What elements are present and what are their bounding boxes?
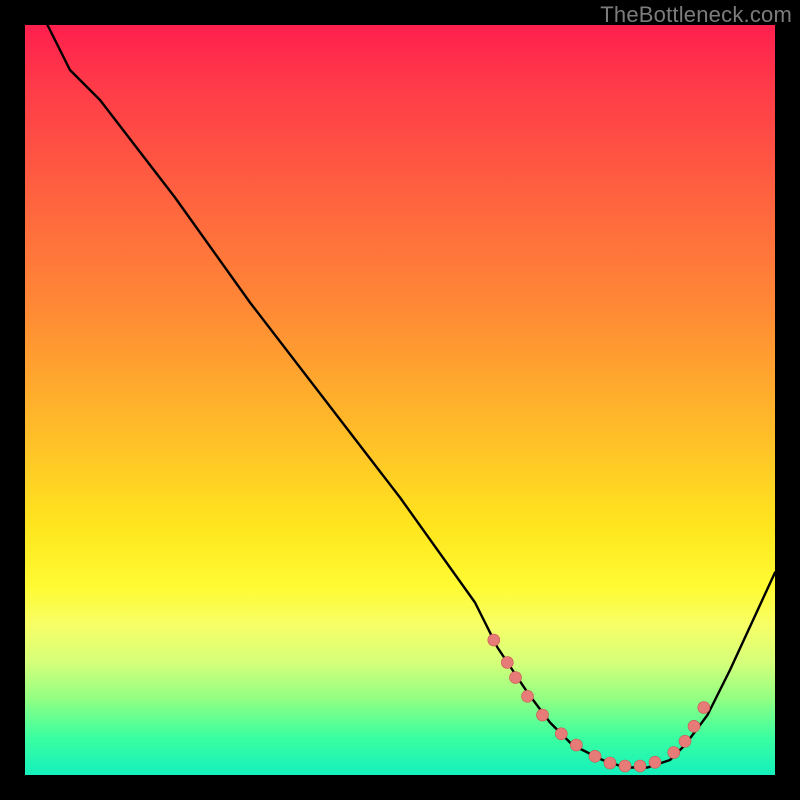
- highlight-dot: [537, 709, 549, 721]
- highlight-dot: [634, 760, 646, 772]
- curve-layer: [25, 25, 775, 775]
- chart-stage: TheBottleneck.com: [0, 0, 800, 800]
- plot-area: [25, 25, 775, 775]
- highlight-dot: [488, 634, 500, 646]
- highlight-dot: [668, 747, 680, 759]
- highlight-dot: [589, 750, 601, 762]
- bottleneck-curve: [48, 25, 776, 768]
- highlight-dot: [555, 728, 567, 740]
- highlight-dot: [619, 760, 631, 772]
- highlight-dot: [688, 720, 700, 732]
- highlight-dot: [570, 739, 582, 751]
- highlight-dot: [698, 702, 710, 714]
- highlight-dot: [604, 757, 616, 769]
- highlight-dot: [649, 756, 661, 768]
- highlight-dot: [522, 690, 534, 702]
- highlight-dot: [510, 672, 522, 684]
- highlight-dot: [679, 735, 691, 747]
- highlight-dots-group: [488, 634, 710, 772]
- highlight-dot: [501, 657, 513, 669]
